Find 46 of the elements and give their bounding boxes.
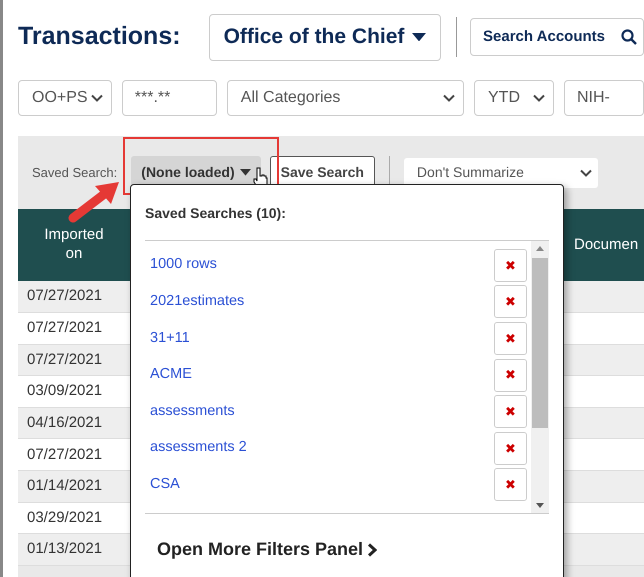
chevron-right-icon bbox=[367, 542, 378, 556]
table-cell: 07/27/2021 bbox=[18, 438, 130, 471]
delete-button[interactable]: ✖ bbox=[494, 468, 527, 502]
delete-button[interactable]: ✖ bbox=[494, 358, 527, 392]
caret-down-icon bbox=[412, 32, 426, 42]
table-cell: 01/14/2021 bbox=[18, 470, 130, 502]
page-title: Transactions: bbox=[18, 21, 181, 52]
summarize-select[interactable]: Don't Summarize bbox=[404, 158, 598, 188]
delete-button[interactable]: ✖ bbox=[494, 432, 527, 465]
filter-select[interactable]: All Categories bbox=[226, 80, 464, 116]
office-dropdown[interactable]: Office of the Chief bbox=[208, 14, 442, 60]
saved-search-link[interactable]: ACME bbox=[150, 364, 192, 386]
table-cell: 03/09/2021 bbox=[18, 376, 130, 408]
table-cell: 03/29/2021 bbox=[18, 502, 130, 534]
chevron-down-icon bbox=[580, 168, 592, 176]
column-header: Imported on bbox=[18, 209, 130, 281]
chevron-down-icon bbox=[443, 94, 455, 102]
caret-down-icon bbox=[240, 169, 251, 176]
saved-search-link[interactable]: CSA bbox=[150, 474, 180, 496]
saved-search-link[interactable]: assessments bbox=[150, 400, 235, 423]
saved-search-link[interactable]: 1000 rows bbox=[150, 254, 217, 276]
saved-search-link[interactable]: assessments 2 bbox=[150, 437, 247, 460]
saved-search-link[interactable]: 2021estimates bbox=[150, 291, 244, 313]
scrollbar[interactable] bbox=[531, 241, 549, 513]
delete-button[interactable]: ✖ bbox=[494, 395, 527, 428]
delete-button[interactable]: ✖ bbox=[494, 248, 527, 282]
saved-search-link[interactable]: 31+11 bbox=[150, 328, 190, 350]
table-cell: 01/13/2021 bbox=[18, 534, 130, 566]
search-icon bbox=[621, 29, 637, 45]
filter-field[interactable]: NIH- bbox=[564, 80, 644, 116]
table-cell: 07/27/2021 bbox=[18, 281, 130, 313]
filter-field[interactable]: ***.** bbox=[122, 80, 217, 116]
delete-button[interactable]: ✖ bbox=[494, 285, 527, 318]
saved-search-label: Saved Search: bbox=[32, 164, 118, 182]
more-filters-link[interactable]: Open More Filters Panel bbox=[145, 514, 378, 563]
search-accounts-button[interactable]: Search Accounts bbox=[470, 18, 644, 56]
table-cell: 07/27/2021 bbox=[18, 344, 130, 376]
filter-select[interactable]: YTD bbox=[474, 80, 554, 116]
filter-select[interactable]: OO+PS bbox=[18, 80, 112, 116]
column-header: Documen bbox=[562, 209, 644, 281]
delete-button[interactable]: ✖ bbox=[494, 322, 527, 355]
table-cell: 07/27/2021 bbox=[18, 312, 130, 344]
table-cell: 04/16/2021 bbox=[18, 407, 130, 439]
chevron-down-icon bbox=[90, 94, 103, 102]
menu-header: Saved Searches (10): bbox=[145, 185, 549, 241]
chevron-down-icon bbox=[533, 94, 545, 102]
